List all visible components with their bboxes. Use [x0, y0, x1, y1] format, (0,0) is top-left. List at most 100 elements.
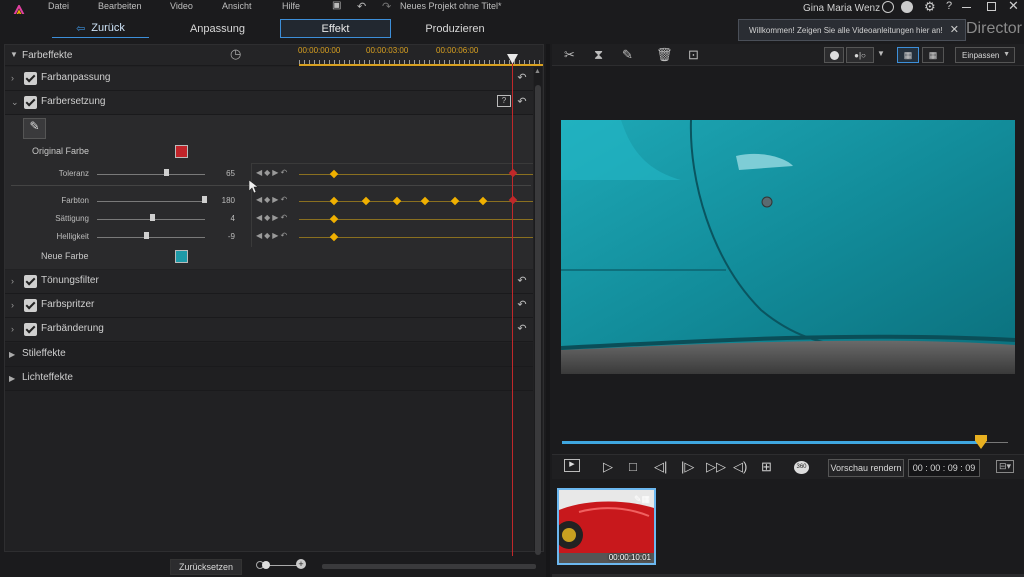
undo-icon[interactable]: ↶ — [357, 0, 366, 13]
menu-ansicht[interactable]: Ansicht — [222, 1, 252, 11]
help-box-icon[interactable]: ? — [497, 95, 511, 107]
play-icon[interactable]: ▷ — [603, 459, 613, 475]
tab-produzieren[interactable]: Produzieren — [405, 19, 505, 38]
param-label: Helligkeit — [56, 232, 89, 241]
scrollbar-thumb[interactable] — [535, 85, 541, 555]
menu-bearbeiten[interactable]: Bearbeiten — [98, 1, 142, 11]
preview-quality-icon[interactable]: ▶ — [564, 459, 580, 472]
grid-icon[interactable]: ⊞ — [761, 459, 772, 475]
zoom-slider-knob[interactable] — [262, 561, 270, 569]
delete-icon[interactable]: 🗑 — [656, 47, 673, 63]
maximize-icon[interactable] — [987, 2, 996, 11]
menu-hilfe[interactable]: Hilfe — [282, 1, 300, 11]
redo-icon[interactable]: ↷ — [382, 0, 391, 13]
fast-forward-icon[interactable]: ▷▷ — [706, 459, 726, 475]
gear-icon[interactable]: ⚙ — [924, 0, 936, 15]
effect-row-toenungsfilter[interactable]: › Tönungsfilter ↶ — [5, 270, 533, 294]
reset-effect-icon[interactable]: ↶ — [515, 71, 529, 85]
playback-knob-icon[interactable] — [975, 435, 987, 449]
notification-text: Willkommen! Zeigen Sie alle Videoanleitu… — [749, 26, 943, 35]
panel-splitter[interactable] — [546, 44, 550, 577]
video-preview[interactable] — [561, 120, 1015, 374]
ruler-line — [299, 64, 543, 66]
volume-icon[interactable]: ◁) — [733, 459, 747, 475]
enable-checkbox[interactable] — [24, 299, 37, 312]
trim-icon[interactable]: ⧗ — [594, 47, 603, 63]
save-icon[interactable]: ▣ — [332, 0, 341, 11]
new-color-label: Neue Farbe — [41, 251, 89, 261]
preview-mode-button[interactable]: ▦ — [897, 47, 919, 63]
reset-effect-icon[interactable]: ↶ — [515, 322, 529, 336]
menu-datei[interactable]: Datei — [48, 1, 69, 11]
back-tab[interactable]: ⇦ Zurück — [52, 19, 149, 38]
effect-row-farbersetzung[interactable]: ⌄ Farbersetzung ? ↶ — [5, 91, 533, 115]
fit-select[interactable]: Einpassen ▼ — [955, 47, 1015, 63]
param-slider-knob[interactable] — [143, 232, 149, 239]
keyframe-clock-icon[interactable]: ◷ — [230, 46, 241, 62]
timecode-display[interactable]: 00 : 00 : 09 : 09 — [908, 459, 980, 477]
enable-checkbox[interactable] — [24, 72, 37, 85]
original-color-swatch[interactable] — [175, 145, 188, 158]
zoom-in-icon[interactable]: + — [296, 559, 306, 569]
param-slider-knob[interactable] — [202, 196, 207, 203]
group-row-lichteffekte[interactable]: ▶ Lichteffekte — [5, 367, 533, 391]
tab-anpassung[interactable]: Anpassung — [170, 19, 265, 38]
dropdown-arrow-icon[interactable]: ▼ — [877, 49, 885, 58]
tab-effekt[interactable]: Effekt — [280, 19, 391, 38]
close-notification-icon[interactable]: ✕ — [950, 23, 959, 36]
param-slider[interactable] — [97, 174, 205, 175]
close-window-icon[interactable]: ✕ — [1008, 0, 1019, 14]
horizontal-scrollbar[interactable] — [322, 564, 536, 569]
fullscreen-mode-button[interactable]: ▦ — [922, 47, 944, 63]
edit-icon[interactable]: ✎ — [622, 47, 633, 63]
help-icon[interactable]: ? — [946, 0, 952, 12]
eyedropper-button[interactable]: ✎ — [23, 118, 46, 139]
enable-checkbox[interactable] — [24, 323, 37, 336]
keyframe-controls[interactable]: ◀◆▶↶ — [256, 213, 289, 222]
scroll-up-icon[interactable]: ▲ — [534, 68, 541, 75]
param-slider[interactable] — [97, 201, 205, 202]
effect-row-farbaenderung[interactable]: › Farbänderung ↶ — [5, 318, 533, 342]
param-value[interactable]: 65 — [209, 169, 235, 178]
keyframe-controls[interactable]: ◀◆▶↶ — [256, 231, 289, 240]
param-slider-knob[interactable] — [150, 214, 156, 221]
timeline-playhead[interactable] — [512, 54, 513, 556]
group-row-stileffekte[interactable]: ▶ Stileffekte — [5, 343, 533, 367]
mode-tabs: ⇦ Zurück Anpassung Effekt Produzieren — [0, 14, 548, 42]
previous-frame-icon[interactable]: ◁| — [654, 459, 667, 475]
360-icon[interactable]: 360 — [794, 461, 809, 474]
snapshot-mode-button[interactable]: ●|○ — [846, 47, 874, 63]
record-mode-button[interactable] — [824, 47, 844, 63]
param-label: Farbton — [61, 196, 89, 205]
param-value[interactable]: 180 — [209, 196, 235, 205]
keyframe-controls[interactable]: ◀◆▶↶ — [256, 168, 289, 177]
param-slider-knob[interactable] — [164, 169, 170, 176]
playback-progress[interactable] — [562, 441, 981, 444]
reset-effect-icon[interactable]: ↶ — [515, 95, 529, 109]
crop-icon[interactable]: ⊡ — [688, 47, 699, 63]
next-frame-icon[interactable]: |▷ — [681, 459, 694, 475]
render-preview-button[interactable]: Vorschau rendern — [828, 459, 904, 477]
display-settings-icon[interactable]: ⊟▾ — [996, 460, 1015, 473]
reset-effect-icon[interactable]: ↶ — [515, 274, 529, 288]
param-value[interactable]: -9 — [209, 232, 235, 241]
clip-thumbnail[interactable]: ✎▦ 00:00:10:01 — [557, 488, 656, 565]
image-icon: ▦ — [903, 49, 913, 60]
reset-effect-icon[interactable]: ↶ — [515, 298, 529, 312]
effect-row-farbanpassung[interactable]: › Farbanpassung ↶ — [5, 67, 533, 91]
minimize-icon[interactable] — [962, 7, 971, 8]
param-value[interactable]: 4 — [209, 214, 235, 223]
menu-video[interactable]: Video — [170, 1, 193, 11]
enable-checkbox[interactable] — [24, 96, 37, 109]
bell-icon[interactable] — [901, 1, 913, 13]
user-icon[interactable] — [882, 1, 894, 13]
param-slider[interactable] — [97, 237, 205, 238]
stop-icon[interactable]: □ — [629, 459, 637, 474]
scrollbar[interactable]: ▲ — [534, 67, 542, 555]
reset-all-button[interactable]: Zurücksetzen — [170, 559, 242, 575]
keyframe-controls[interactable]: ◀◆▶↶ — [256, 195, 289, 204]
split-icon[interactable]: ✂ — [564, 47, 575, 63]
effect-row-farbspritzer[interactable]: › Farbspritzer ↶ — [5, 294, 533, 318]
new-color-swatch[interactable] — [175, 250, 188, 263]
enable-checkbox[interactable] — [24, 275, 37, 288]
